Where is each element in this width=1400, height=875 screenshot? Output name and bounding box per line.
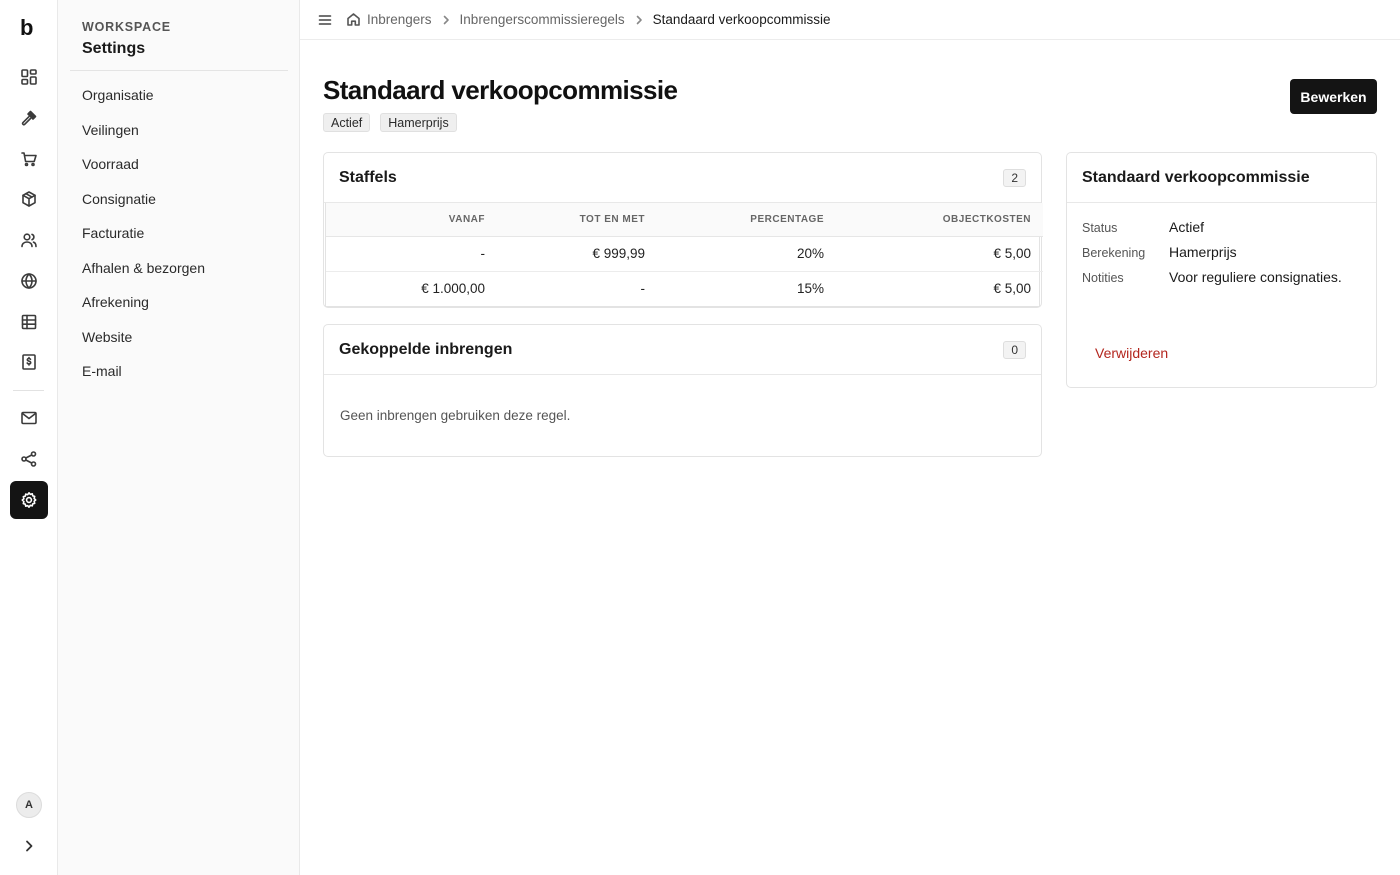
detail-header: Standaard verkoopcommissie — [1067, 153, 1376, 203]
staffels-title: Staffels — [339, 168, 397, 186]
detail-card: Standaard verkoopcommissie Status Actief… — [1066, 152, 1377, 388]
status-badge: Actief — [323, 113, 371, 132]
detail-key: Status — [1082, 221, 1118, 235]
column-header-objectkosten[interactable]: OBJECTKOSTEN — [836, 203, 1043, 237]
nav-item-consignatie[interactable]: Consignatie — [70, 182, 288, 217]
nav-item-voorraad[interactable]: Voorraad — [70, 147, 288, 182]
settings-title: Settings — [82, 40, 146, 57]
cell-vanaf: € 1.000,00 — [421, 281, 485, 297]
box-icon[interactable] — [10, 180, 48, 218]
breadcrumb-inbrengers[interactable]: Inbrengers — [367, 12, 432, 27]
rail-divider — [13, 390, 44, 391]
cell-objectkosten: € 5,00 — [836, 236, 1043, 272]
gavel-icon[interactable] — [10, 99, 48, 137]
table-icon[interactable] — [10, 303, 48, 341]
breadcrumb-current: Standaard verkoopcommissie — [652, 12, 831, 27]
dashboard-icon[interactable] — [10, 58, 48, 96]
nav-item-afhalen-bezorgen[interactable]: Afhalen & bezorgen — [70, 251, 288, 286]
users-icon[interactable] — [10, 221, 48, 259]
delete-button[interactable]: Verwijderen — [1095, 345, 1168, 361]
detail-row-status: Status Actief — [1082, 219, 1361, 235]
staffels-header: Staffels 2 — [324, 153, 1041, 203]
home-icon[interactable] — [346, 12, 361, 27]
edit-button[interactable]: Bewerken — [1290, 79, 1377, 114]
nav-item-afrekening[interactable]: Afrekening — [70, 285, 288, 320]
settings-divider — [70, 70, 288, 71]
invoice-icon[interactable] — [10, 343, 48, 381]
linked-consignors-card: Gekoppelde inbrengen 0 Geen inbrengen ge… — [323, 324, 1042, 457]
settings-sidebar: WORKSPACE Settings Organisatie Veilingen… — [58, 0, 300, 875]
status-badges: Actief Hamerprijs — [323, 113, 457, 132]
linked-consignors-count-badge: 0 — [1003, 340, 1026, 359]
detail-key: Berekening — [1082, 246, 1146, 260]
cell-objectkosten: € 5,00 — [993, 281, 1031, 297]
chevron-right-icon — [634, 15, 644, 25]
icon-rail: b A — [0, 0, 58, 875]
nav-item-e-mail[interactable]: E-mail — [70, 354, 288, 389]
nav-item-website[interactable]: Website — [70, 320, 288, 355]
hamburger-menu-icon[interactable] — [318, 13, 332, 27]
staffels-table-wrap: VANAF TOT EN MET PERCENTAGE OBJECTKOSTEN… — [325, 203, 1043, 307]
column-header-percentage[interactable]: PERCENTAGE — [657, 203, 836, 237]
calculation-badge: Hamerprijs — [380, 113, 457, 132]
breadcrumb-commissieregels[interactable]: Inbrengerscommissieregels — [460, 12, 625, 27]
table-row[interactable]: € 1.000,00 - 15% € 5,00 — [326, 271, 1043, 306]
nav-item-organisatie[interactable]: Organisatie — [70, 78, 288, 113]
share-icon[interactable] — [10, 440, 48, 478]
gear-icon[interactable] — [10, 481, 48, 519]
globe-icon[interactable] — [10, 262, 48, 300]
detail-value: Actief — [1169, 219, 1205, 235]
cell-tot-en-met: - — [640, 281, 646, 297]
app-logo[interactable]: b — [20, 15, 33, 41]
linked-consignors-title: Gekoppelde inbrengen — [339, 340, 513, 358]
cart-icon[interactable] — [10, 140, 48, 178]
detail-key: Notities — [1082, 271, 1124, 285]
cell-vanaf: - — [326, 236, 497, 272]
page-title: Standaard verkoopcommissie — [323, 75, 678, 105]
table-row[interactable]: - € 999,99 20% € 5,00 — [326, 236, 1043, 272]
detail-value: Voor reguliere consignaties. — [1169, 269, 1342, 285]
detail-row-notities: Notities Voor reguliere consignaties. — [1082, 269, 1361, 285]
chevron-right-icon — [441, 15, 451, 25]
chevron-right-icon[interactable] — [19, 836, 39, 856]
user-avatar[interactable]: A — [16, 792, 42, 818]
column-header-tot-en-met[interactable]: TOT EN MET — [497, 203, 657, 237]
cell-percentage: 20% — [657, 236, 836, 272]
staffels-table: VANAF TOT EN MET PERCENTAGE OBJECTKOSTEN… — [326, 203, 1043, 306]
linked-consignors-header: Gekoppelde inbrengen 0 — [324, 325, 1041, 375]
mail-icon[interactable] — [10, 399, 48, 437]
detail-row-berekening: Berekening Hamerprijs — [1082, 244, 1361, 260]
column-header-vanaf[interactable]: VANAF — [326, 203, 497, 237]
nav-item-veilingen[interactable]: Veilingen — [70, 113, 288, 148]
detail-fields: Status Actief Berekening Hamerprijs Noti… — [1067, 203, 1376, 285]
detail-title: Standaard verkoopcommissie — [1082, 168, 1310, 186]
empty-state-text: Geen inbrengen gebruiken deze regel. — [340, 408, 571, 423]
staffels-card: Staffels 2 VANAF TOT EN MET PERCENTAGE O… — [323, 152, 1043, 308]
settings-nav: Organisatie Veilingen Voorraad Consignat… — [70, 78, 288, 389]
staffels-count-badge: 2 — [1003, 168, 1026, 187]
breadcrumb: Inbrengers Inbrengerscommissieregels Sta… — [300, 0, 1400, 40]
detail-value: Hamerprijs — [1169, 244, 1237, 260]
nav-item-facturatie[interactable]: Facturatie — [70, 216, 288, 251]
workspace-label: WORKSPACE — [82, 20, 171, 34]
cell-tot-en-met: € 999,99 — [497, 236, 657, 272]
table-header-row: VANAF TOT EN MET PERCENTAGE OBJECTKOSTEN — [326, 203, 1043, 237]
cell-percentage: 15% — [796, 281, 824, 297]
